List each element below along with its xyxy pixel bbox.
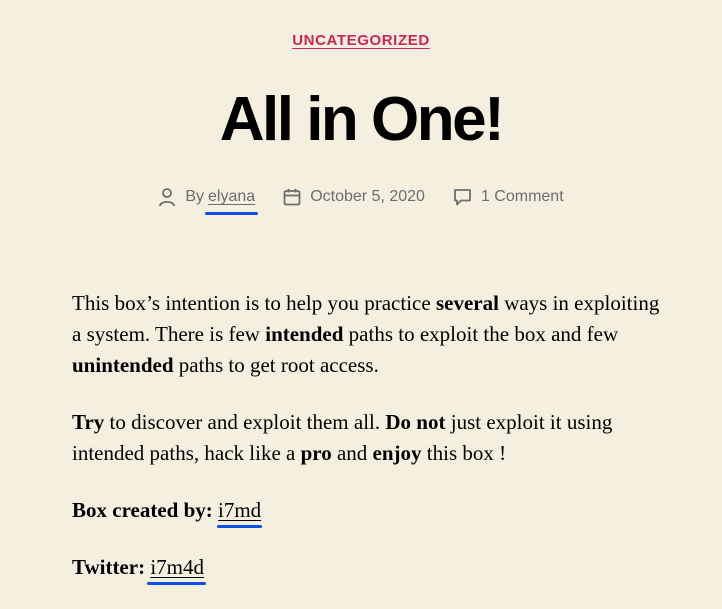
bold-text: several bbox=[435, 291, 499, 315]
text-segment: paths to get root access. bbox=[173, 353, 379, 377]
twitter-highlight-mark bbox=[147, 582, 206, 585]
text-segment: this box ! bbox=[421, 441, 507, 465]
bold-text: pro bbox=[300, 441, 332, 465]
bold-text: Try bbox=[72, 410, 105, 434]
creator-highlight-mark bbox=[217, 525, 263, 528]
post-author: By elyana bbox=[158, 184, 259, 215]
creator-link-wrap: i7md bbox=[217, 495, 263, 528]
post-date: October 5, 2020 bbox=[283, 184, 425, 210]
creator-label: Box created by: bbox=[72, 498, 213, 522]
author-name-wrap: elyana bbox=[205, 188, 259, 215]
date-link[interactable]: October 5, 2020 bbox=[310, 188, 425, 206]
content-paragraph-instructions: Try to discover and exploit them all. Do… bbox=[72, 407, 662, 469]
content-paragraph-intro: This box’s intention is to help you prac… bbox=[72, 288, 662, 381]
twitter-link-wrap: i7m4d bbox=[147, 552, 206, 585]
by-label: By bbox=[185, 188, 205, 205]
user-icon bbox=[159, 188, 176, 207]
text-segment: to discover and exploit them all. bbox=[104, 410, 386, 434]
bold-text: unintended bbox=[72, 353, 174, 377]
post-content: This box’s intention is to help you prac… bbox=[72, 288, 662, 609]
post-meta: By elyana October 5, 2020 1 Comment bbox=[0, 184, 722, 215]
comments-link[interactable]: 1 Comment bbox=[481, 188, 564, 206]
text-segment: This box’s intention is to help you prac… bbox=[72, 291, 436, 315]
twitter-label: Twitter: bbox=[72, 555, 146, 579]
bold-text: Do not bbox=[385, 410, 446, 434]
calendar-icon bbox=[283, 188, 301, 206]
text-segment: and bbox=[331, 441, 373, 465]
text-segment: paths to exploit the box and few bbox=[343, 322, 619, 346]
content-creator-line: Box created by: i7md bbox=[72, 495, 662, 528]
bold-text: intended bbox=[265, 322, 344, 346]
post-category: UNCATEGORIZED bbox=[0, 32, 722, 49]
content-twitter-line: Twitter: i7m4d bbox=[72, 552, 662, 585]
post-title: All in One! bbox=[219, 85, 505, 154]
author-highlight-mark bbox=[205, 212, 259, 215]
comment-icon bbox=[454, 189, 471, 206]
post-comments: 1 Comment bbox=[453, 184, 564, 210]
twitter-link[interactable]: i7m4d bbox=[150, 555, 204, 579]
bold-text: enjoy bbox=[372, 441, 422, 465]
author-link[interactable]: elyana bbox=[208, 188, 255, 205]
creator-link[interactable]: i7md bbox=[218, 498, 261, 522]
category-link[interactable]: UNCATEGORIZED bbox=[292, 32, 430, 49]
